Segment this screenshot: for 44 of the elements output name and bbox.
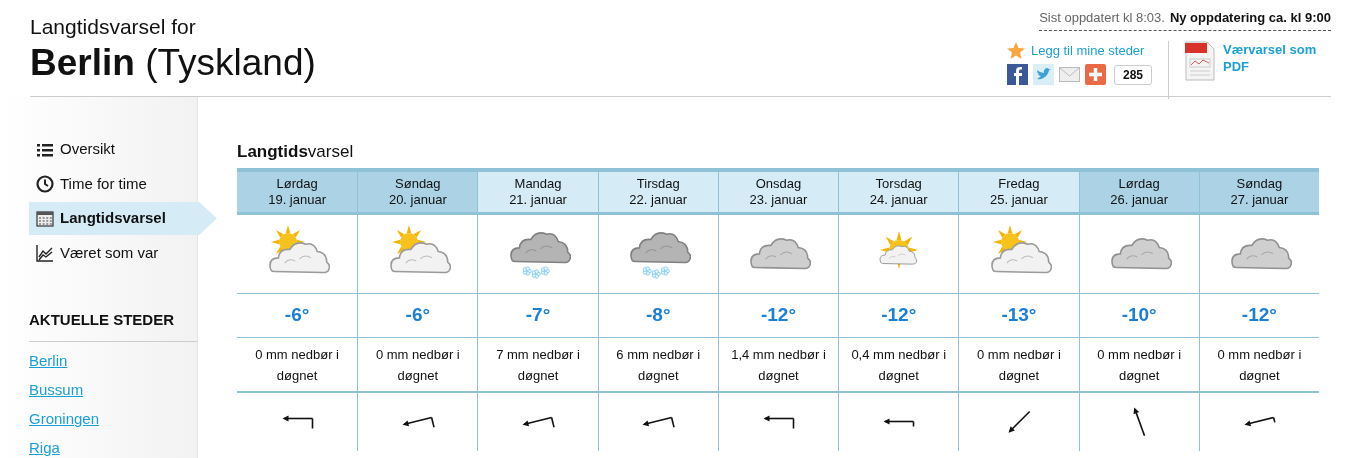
page-subtitle: Langtidsvarsel for	[30, 14, 197, 40]
day-header: Lørdag 26. januar	[1079, 172, 1199, 215]
temperature: -8°	[646, 303, 671, 328]
day-header: Tirsdag 22. januar	[598, 172, 718, 215]
place-link[interactable]: Berlin	[29, 351, 68, 371]
day-header: Fredag 25. januar	[959, 172, 1079, 215]
temperature: -6°	[405, 303, 431, 328]
precipitation: 0 mm nedbør i døgnet	[1096, 345, 1183, 385]
precipitation: 0 mm nedbør i døgnet	[374, 345, 461, 385]
precipitation: 7 mm nedbør i døgnet	[495, 345, 581, 385]
temperature: -10°	[1121, 303, 1157, 328]
add-to-my-places-link[interactable]: Legg til mine steder	[1030, 40, 1145, 60]
temperature: -7°	[525, 303, 551, 328]
place-link[interactable]: Bussum	[29, 380, 84, 400]
page-title: Berlin (Tyskland)	[30, 41, 316, 85]
precipitation: 0 mm nedbør i døgnet	[1216, 345, 1303, 385]
day-header: Søndag 20. januar	[358, 172, 478, 215]
pdf-forecast-link[interactable]: Værvarsel som PDF	[1223, 40, 1331, 75]
place-link[interactable]: Riga	[29, 438, 60, 458]
precipitation: 0 mm nedbør i døgnet	[976, 345, 1062, 385]
sidebar-item[interactable]: Time for time	[29, 167, 147, 201]
day-header: Onsdag 23. januar	[718, 172, 839, 215]
temperature: -12°	[881, 303, 917, 328]
day-header: Lørdag 19. januar	[237, 172, 358, 215]
day-header: Mandag 21. januar	[478, 172, 598, 215]
temperature: -6°	[284, 303, 310, 328]
section-heading: AKTUELLE STEDER	[29, 308, 197, 342]
temperature: -12°	[760, 303, 796, 328]
sidebar-item[interactable]: Oversikt	[29, 133, 115, 167]
next-update: Ny oppdatering ca. kl 9:00	[1169, 9, 1331, 27]
sidebar-item[interactable]: Været som var	[29, 236, 159, 270]
precipitation: 1,4 mm nedbør i døgnet	[730, 345, 827, 385]
day-header: Søndag 27. januar	[1199, 172, 1319, 215]
section-title: Langtidsvarsel	[237, 141, 355, 163]
precipitation: 6 mm nedbør i døgnet	[615, 345, 702, 385]
temperature: -13°	[1001, 303, 1037, 328]
place-link[interactable]: Groningen	[29, 409, 100, 429]
precipitation: 0 mm nedbør i døgnet	[254, 345, 340, 385]
day-header: Torsdag 24. januar	[839, 172, 959, 215]
temperature: -12°	[1241, 303, 1277, 328]
share-count: 285	[1113, 64, 1152, 85]
sidebar-item[interactable]: Langtidsvarsel	[29, 201, 217, 236]
precipitation: 0,4 mm nedbør i døgnet	[850, 345, 948, 385]
last-updated: Sist oppdatert kl 8:03.	[1039, 9, 1165, 27]
